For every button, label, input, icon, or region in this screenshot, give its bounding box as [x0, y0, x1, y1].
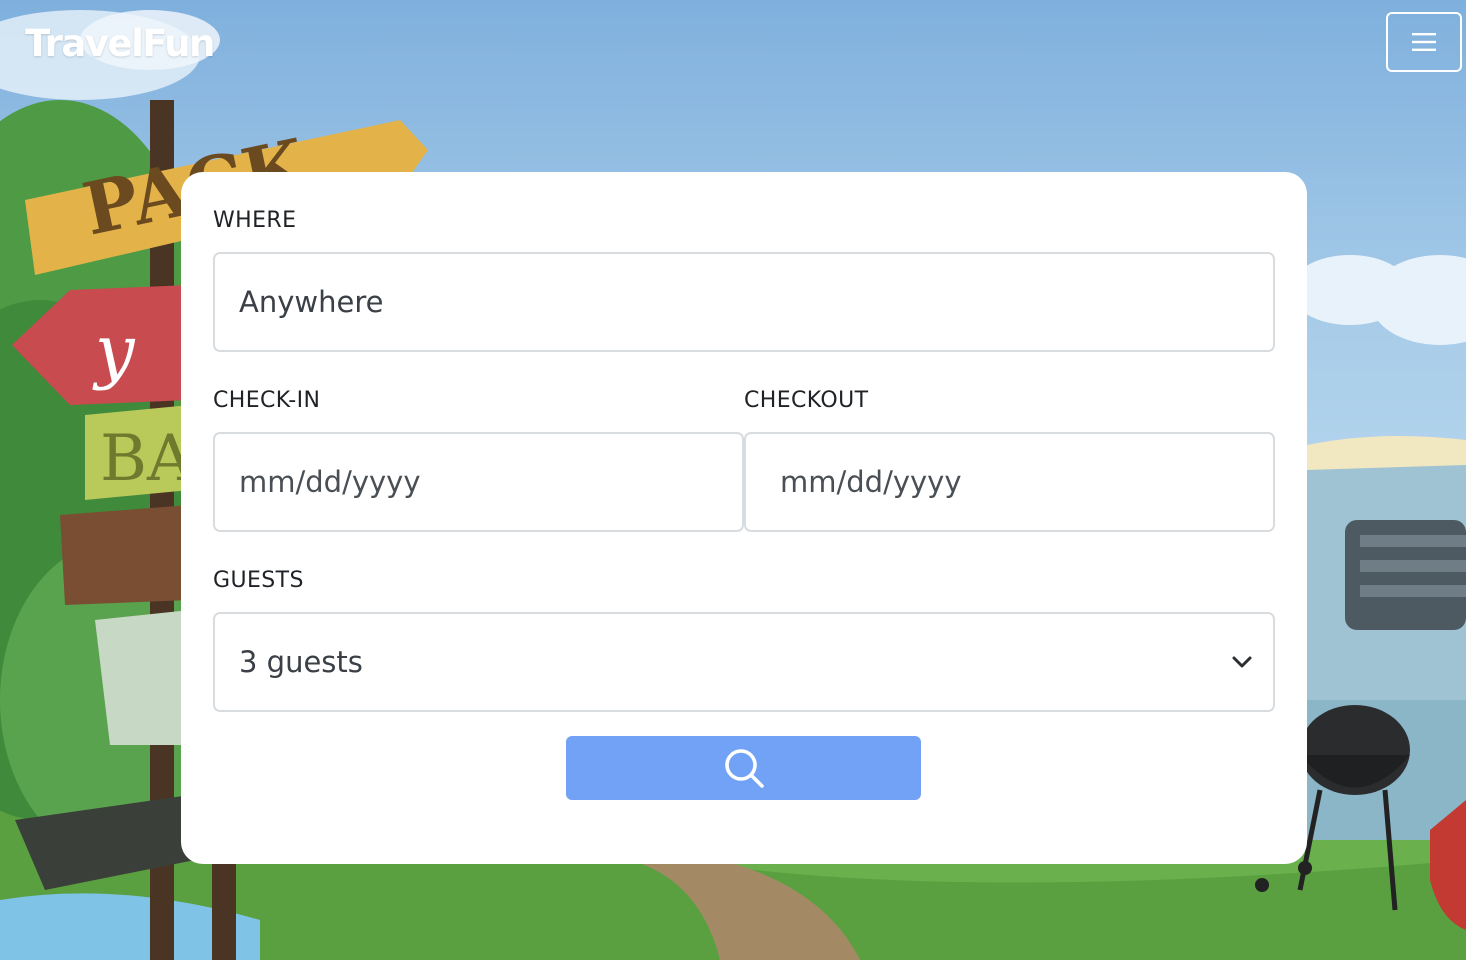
hamburger-menu-icon [1412, 33, 1436, 51]
menu-button[interactable] [1386, 12, 1462, 72]
checkout-label: CHECKOUT [744, 388, 869, 413]
checkout-placeholder: mm/dd/yyyy [780, 465, 962, 499]
chevron-down-icon [1232, 656, 1252, 668]
where-input[interactable]: Anywhere [213, 252, 1275, 352]
svg-text:y: y [92, 310, 136, 392]
guests-select[interactable]: 3 guests [213, 612, 1275, 712]
guests-label: GUESTS [213, 568, 304, 593]
search-button[interactable] [566, 736, 921, 800]
guests-selected-value: 3 guests [239, 645, 363, 679]
checkout-input[interactable]: mm/dd/yyyy [744, 432, 1275, 532]
search-card: WHERE Anywhere CHECK-IN mm/dd/yyyy CHECK… [181, 172, 1307, 864]
check-in-placeholder: mm/dd/yyyy [239, 465, 421, 499]
brand-logo[interactable]: TravelFun [25, 22, 215, 65]
search-icon [724, 749, 764, 788]
check-in-label: CHECK-IN [213, 388, 321, 413]
where-label: WHERE [213, 208, 297, 233]
svg-text:BA: BA [100, 422, 194, 496]
where-value: Anywhere [239, 285, 384, 319]
check-in-input[interactable]: mm/dd/yyyy [213, 432, 744, 532]
